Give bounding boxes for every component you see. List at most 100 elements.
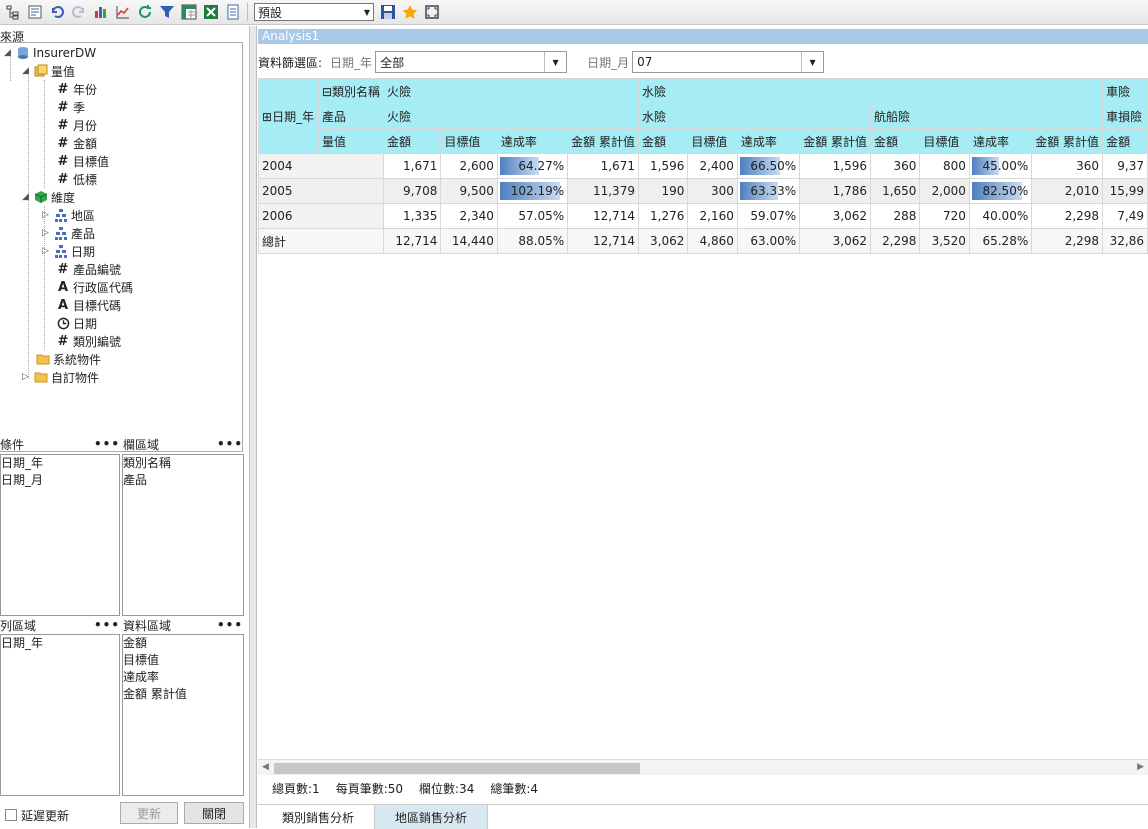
row-field-label: 日期_年 [272,109,315,124]
zone-item[interactable]: 日期_月 [1,472,119,489]
condition-zone-menu-icon[interactable]: ••• [94,437,120,451]
update-button[interactable]: 更新 [120,802,178,824]
scrollbar-thumb[interactable] [274,763,640,774]
row-field-header[interactable]: ⊞日期_年 [258,78,319,154]
category-header[interactable]: 水險 [637,78,1104,104]
year-filter-select[interactable]: 全部 ▼ [375,51,568,73]
measure-header[interactable]: 金額 [870,128,921,154]
expand-arrow-icon: ▷ [42,228,49,238]
data-zone-menu-icon[interactable]: ••• [217,618,243,632]
status-bar: 總頁數:1 每頁筆數:50 欄位數:34 總筆數:4 [272,780,538,797]
measure-header[interactable]: 金額 累計值 [1031,128,1104,154]
measure-header[interactable]: 目標值 [919,128,970,154]
tab-category-sales[interactable]: 類別銷售分析 [262,805,376,829]
tree-node-measure[interactable]: # 低標 [56,170,97,188]
condition-zone[interactable]: 日期_年 日期_月 [0,454,120,616]
data-zone[interactable]: 金額 目標值 達成率 金額 累計值 [122,634,244,796]
pivot-table-icon[interactable] [178,1,200,23]
tree-node-attribute[interactable]: A 目標代碼 [56,296,121,314]
zone-item[interactable]: 達成率 [123,669,243,686]
zone-item[interactable]: 日期_年 [1,635,119,652]
filter-icon[interactable] [156,1,178,23]
category-header[interactable]: 車險 [1102,78,1148,104]
redo-icon[interactable] [68,1,90,23]
category-header[interactable]: 火險 [383,78,639,104]
tab-region-sales[interactable]: 地區銷售分析 [375,805,489,829]
measure-header[interactable]: 金額 [383,128,442,154]
column-zone[interactable]: 類別名稱 產品 [122,454,244,616]
row-header[interactable]: 總計 [258,228,385,254]
fullscreen-icon[interactable] [421,1,443,23]
measure-header[interactable]: 達成率 [968,128,1033,154]
zone-item[interactable]: 日期_年 [1,455,119,472]
tree-node-custom-objects[interactable]: ▷ 自訂物件 [22,368,99,386]
line-chart-icon[interactable] [112,1,134,23]
properties-icon[interactable] [24,1,46,23]
measure-header[interactable]: 金額 [637,128,689,154]
tree-node-measures[interactable]: ◢ 量值 [22,62,75,80]
column-field-header[interactable]: ⊟類別名稱 [317,78,385,104]
row-zone-menu-icon[interactable]: ••• [94,618,120,632]
row-header[interactable]: 2006 [258,203,385,229]
favorite-star-icon[interactable] [399,1,421,23]
view-select[interactable]: 預設 ▼ [254,3,374,21]
tree-node-measure[interactable]: # 年份 [56,80,97,98]
measure-header[interactable]: 目標值 [687,128,738,154]
month-filter-select[interactable]: 07 ▼ [632,51,825,73]
product-header[interactable]: 火險 [383,103,639,129]
pivot-table: ⊞日期_年 ⊟類別名稱 火險 水險 車險 產品 火險 水險 航船險 車損險 量值… [258,78,1148,254]
scroll-right-icon[interactable]: ▶ [1137,762,1144,772]
row-header[interactable]: 2004 [258,153,385,179]
product-header[interactable]: 車損險 [1102,103,1148,129]
zone-item[interactable]: 金額 [123,635,243,652]
measure-header[interactable]: 金額 累計值 [799,128,872,154]
tree-node-measure[interactable]: # 月份 [56,116,97,134]
tree-node-attribute[interactable]: A 行政區代碼 [56,278,133,296]
measure-header[interactable]: 金額 [1102,128,1148,154]
measure-header[interactable]: 金額 累計值 [567,128,639,154]
tree-node-measure[interactable]: # 目標值 [56,152,109,170]
save-icon[interactable] [377,1,399,23]
measure-header[interactable]: 達成率 [496,128,569,154]
expand-icon[interactable]: ⊞ [262,110,272,124]
data-cell: 12,714 [567,228,639,254]
product-field-header[interactable]: 產品 [317,103,385,129]
tree-node-dimensions[interactable]: ◢ 維度 [22,188,75,206]
tree-view-icon[interactable] [2,1,24,23]
zone-item[interactable]: 金額 累計值 [123,686,243,703]
horizontal-scrollbar[interactable]: ◀ ▶ [258,759,1148,775]
undo-icon[interactable] [46,1,68,23]
chevron-down-icon[interactable]: ▼ [801,52,823,72]
panel-splitter[interactable] [250,26,257,828]
zone-item[interactable]: 目標值 [123,652,243,669]
row-header[interactable]: 2005 [258,178,385,204]
collapse-icon[interactable]: ⊟ [322,85,332,99]
tree-node-dimension[interactable]: ▷ 日期 [42,242,95,260]
product-header[interactable]: 水險 [637,103,872,129]
report-icon[interactable] [222,1,244,23]
scroll-left-icon[interactable]: ◀ [262,762,269,772]
zone-item[interactable]: 產品 [123,472,243,489]
tree-node-attribute[interactable]: # 產品編號 [56,260,121,278]
measure-header[interactable]: 目標值 [440,128,498,154]
bar-chart-icon[interactable] [90,1,112,23]
tree-node-attribute[interactable]: 日期 [56,314,97,332]
tree-node-dimension[interactable]: ▷ 地區 [42,206,95,224]
zone-item[interactable]: 類別名稱 [123,455,243,472]
measure-field-header[interactable]: 量值 [317,128,385,154]
tree-node-attribute[interactable]: # 類別編號 [56,332,121,350]
tree-node-measure[interactable]: # 季 [56,98,85,116]
row-zone[interactable]: 日期_年 [0,634,120,796]
product-header[interactable]: 航船險 [870,103,1104,129]
chevron-down-icon[interactable]: ▼ [544,52,566,72]
tree-node-measure[interactable]: # 金額 [56,134,97,152]
column-zone-menu-icon[interactable]: ••• [217,437,243,451]
tree-node-system-objects[interactable]: 系統物件 [36,350,101,368]
tree-node-dimension[interactable]: ▷ 產品 [42,224,95,242]
delay-update-checkbox[interactable] [5,809,17,821]
refresh-icon[interactable] [134,1,156,23]
tree-node-root[interactable]: ◢ InsurerDW [4,44,96,62]
measure-header[interactable]: 達成率 [736,128,801,154]
excel-icon[interactable] [200,1,222,23]
close-button[interactable]: 關閉 [184,802,244,824]
